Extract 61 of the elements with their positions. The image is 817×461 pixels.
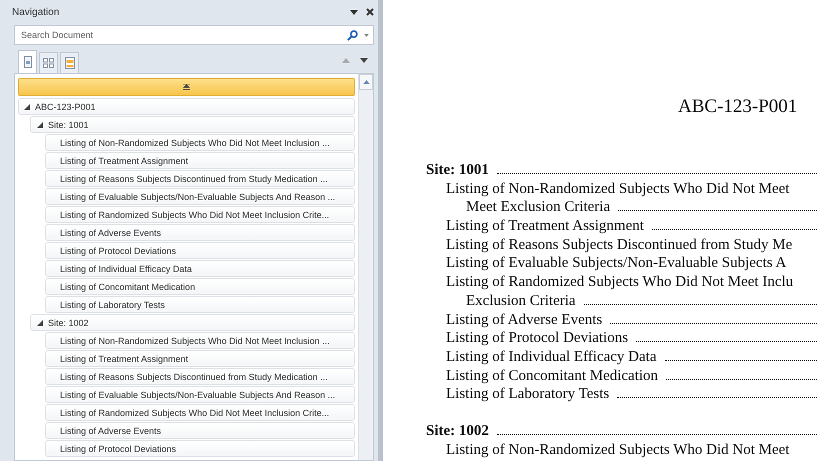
toc-entry: Listing of Evaluable Subjects/Non-Evaluable Subjects A <box>446 254 786 274</box>
tree-heading[interactable]: ABC-123-P001 <box>18 98 355 115</box>
tree-item[interactable]: Listing of Reasons Subjects Discontinued from Study Medication ... <box>45 170 355 187</box>
collapse-triangle-icon[interactable] <box>24 104 30 110</box>
toc-entry: Listing of Treatment Assignment <box>446 217 644 236</box>
heading-label: ABC-123-P001 <box>35 102 96 112</box>
collapse-icon <box>183 84 190 90</box>
panel-title: Navigation <box>12 6 60 18</box>
tree-item[interactable]: Listing of Treatment Assignment <box>45 152 355 169</box>
scrollbar[interactable] <box>358 74 373 460</box>
dropdown-arrow-icon[interactable] <box>350 10 358 14</box>
tree-item[interactable]: Listing of Non-Randomized Subjects Who Did Not Meet Inclusion ... <box>45 332 355 349</box>
heading-label: Site: 1002 <box>48 318 89 328</box>
toc-heading: Site: 1002 <box>426 422 489 441</box>
toc-entry: Listing of Protocol Deviations <box>446 329 628 348</box>
tree-item[interactable]: Listing of Concomitant Medication <box>45 278 355 295</box>
toc-entry: Exclusion Criteria <box>466 292 576 311</box>
tree-item[interactable]: Listing of Evaluable Subjects/Non-Evaluable Subjects And Reason ... <box>45 188 355 205</box>
toc-heading: Site: 1001 <box>426 161 489 180</box>
thumbnails-icon <box>43 58 54 68</box>
search-field[interactable]: Search Document <box>14 25 374 45</box>
heading-label: Site: 1001 <box>48 120 89 130</box>
tree-item[interactable]: Listing of Protocol Deviations <box>45 440 355 457</box>
toc-entry: Listing of Non-Randomized Subjects Who Did Not Meet <box>446 440 790 460</box>
collapse-triangle-icon[interactable] <box>37 122 43 128</box>
next-arrow-icon[interactable] <box>360 58 368 63</box>
toc-entry: Listing of Adverse Events <box>446 310 602 330</box>
tree-item[interactable]: Listing of Protocol Deviations <box>45 242 355 259</box>
tree-item[interactable]: Listing of Non-Randomized Subjects Who Did Not Meet Inclusion ... <box>45 134 355 151</box>
tree-item[interactable]: Listing of Treatment Assignment <box>45 350 355 367</box>
document-icon <box>24 56 32 68</box>
caret-icon[interactable] <box>364 34 369 36</box>
up-arrow-icon <box>362 80 370 84</box>
toc-entry: Listing of Concomitant Medication <box>446 366 658 386</box>
tree-item[interactable]: Listing of Individual Efficacy Data <box>45 260 355 277</box>
tree-heading[interactable]: Site: 1002 <box>30 314 355 331</box>
tree-item[interactable]: Listing of Evaluable Subjects/Non-Evaluable Subjects And Reason ... <box>45 386 355 403</box>
toc-entry: Listing of Randomized Subjects Who Did Not Meet Inclu <box>446 273 794 292</box>
tree-item[interactable]: Listing of Randomized Subjects Who Did Not Meet Inclusion Crite... <box>45 206 355 223</box>
search-input[interactable]: Search Document <box>21 30 341 40</box>
scroll-up-button[interactable] <box>359 74 373 90</box>
tree-item[interactable]: Listing of Laboratory Tests <box>45 296 355 313</box>
close-icon[interactable] <box>366 8 374 16</box>
toc-entry: Meet Exclusion Criteria <box>466 198 610 218</box>
collapse-triangle-icon[interactable] <box>37 320 43 326</box>
toc-entry: Listing of Laboratory Tests <box>446 385 610 404</box>
toc-entry: Listing of Individual Efficacy Data <box>446 348 656 367</box>
view-tab[interactable] <box>60 52 79 73</box>
previous-arrow-icon[interactable] <box>342 58 350 63</box>
document-title: ABC-123-P001 <box>678 96 798 119</box>
search-icon[interactable] <box>347 30 358 40</box>
toc-entry: Listing of Non-Randomized Subjects Who Did Not Meet <box>446 180 790 198</box>
tree-item[interactable]: Listing of Reasons Subjects Discontinued from Study Medication ... <box>45 368 355 385</box>
tree-item[interactable]: Listing of Adverse Events <box>45 224 355 241</box>
tree-item[interactable]: Listing of Adverse Events <box>45 422 355 439</box>
view-tab[interactable] <box>39 52 58 73</box>
toc-entry: Listing of Reasons Subjects Discontinued from Study Me <box>446 236 792 254</box>
tree-heading[interactable]: Site: 1001 <box>30 116 355 133</box>
tree-item[interactable]: Listing of Randomized Subjects Who Did Not Meet Inclusion Crite... <box>45 404 355 421</box>
view-tab[interactable] <box>18 50 37 73</box>
page-results-icon <box>64 57 74 69</box>
